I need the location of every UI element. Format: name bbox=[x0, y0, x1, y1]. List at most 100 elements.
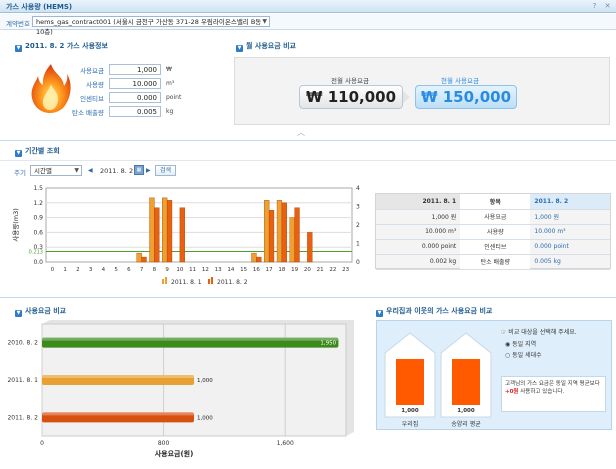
window-title: 가스 사용량 (HEMS) bbox=[6, 3, 73, 11]
x-tick-label: 800 bbox=[158, 440, 170, 447]
x-tick-label: 0 bbox=[51, 267, 55, 273]
legend-swatch bbox=[165, 277, 167, 284]
incentive-unit: point bbox=[166, 94, 182, 101]
x-tick-label: 17 bbox=[266, 267, 273, 273]
y-axis-label: 사용량(m3) bbox=[11, 208, 20, 241]
x-tick-label: 4 bbox=[102, 267, 106, 273]
bar-value-label: 1,950 bbox=[320, 341, 336, 347]
window-titlebar: 가스 사용량 (HEMS) ? ✕ bbox=[0, 0, 616, 13]
radio-same-region[interactable]: ◉ 동일 지역 bbox=[505, 339, 536, 348]
bar bbox=[179, 207, 185, 263]
neighbor-panel: 1,000 우리집 1,000 송양리 평균 ☞ 비교 대상을 선택해 주세요.… bbox=[376, 320, 612, 430]
bar-value-label: 1,000 bbox=[197, 415, 213, 421]
bar-highlight bbox=[42, 375, 194, 378]
legend-label: 2011. 8. 1 bbox=[171, 279, 202, 286]
chevron-down-icon: ▼ bbox=[74, 167, 79, 174]
x-tick-label: 5 bbox=[114, 267, 118, 273]
prev-date-icon[interactable]: ◀ bbox=[88, 167, 93, 174]
next-date-icon[interactable]: ▶ bbox=[146, 167, 151, 174]
fee-compare-chart: 0 800 1,600 2010. 8. 2 1,950 2011. 8. 1 1,000 2… bbox=[7, 320, 354, 458]
x-tick-label: 13 bbox=[215, 267, 222, 273]
bar bbox=[307, 232, 313, 263]
radio-label: 동일 세대수 bbox=[512, 352, 542, 359]
contract-row: 계약번호 hems_gas_contract001 (서울시 금천구 가산동 3… bbox=[0, 14, 616, 36]
legend-swatch bbox=[208, 279, 210, 284]
contract-select[interactable]: hems_gas_contract001 (서울시 금천구 가산동 371-28… bbox=[32, 16, 270, 36]
radio-same-household[interactable]: ○ 동일 세대수 bbox=[505, 350, 542, 359]
comparison-note: 고객님의 가스 요금은 동일 지역 평균보다 +0원 사용하고 있습니다. bbox=[501, 376, 606, 412]
y-tick-label: 0.9 bbox=[33, 215, 43, 222]
x-tick-label: 10 bbox=[176, 267, 183, 273]
prev-month-label: 전월 사용요금 bbox=[331, 77, 369, 85]
help-icon[interactable]: ? bbox=[590, 2, 599, 11]
period-select[interactable]: 시간별 ▼ bbox=[30, 165, 82, 176]
incentive-value: 0.000 bbox=[109, 92, 161, 103]
carbon-label: 탄소 배출량 bbox=[72, 108, 104, 117]
x-tick-label: 12 bbox=[202, 267, 209, 273]
incentive-label: 인센티브 bbox=[80, 94, 104, 103]
table-cell: 0.000 point bbox=[376, 239, 461, 255]
my-house-label: 우리집 bbox=[401, 421, 419, 428]
section-bullet-icon: ▼ bbox=[376, 310, 383, 317]
y2-tick-label: 0 bbox=[356, 259, 360, 266]
category-label: 2011. 8. 1 bbox=[7, 377, 38, 384]
field-row-incentive: 인센티브 0.000 point bbox=[58, 92, 181, 103]
x-tick-label: 1,600 bbox=[277, 440, 294, 447]
field-row-carbon: 탄소 배출량 0.005 kg bbox=[58, 106, 173, 117]
contract-select-value: hems_gas_contract001 (서울시 금천구 가산동 371-28… bbox=[36, 18, 262, 36]
legend-swatch bbox=[162, 279, 164, 284]
section-bullet-icon: ▼ bbox=[15, 45, 22, 52]
close-icon[interactable]: ✕ bbox=[603, 2, 612, 11]
bar bbox=[251, 252, 257, 263]
neighbor-heading: ▼ 우리집과 이웃의 가스 사용요금 비교 bbox=[376, 307, 493, 317]
fee-unit: ₩ bbox=[166, 66, 172, 73]
divider bbox=[0, 140, 616, 141]
table-row: 0.000 point 인센티브 0.000 point bbox=[376, 239, 610, 255]
category-label: 2010. 8. 2 bbox=[7, 340, 38, 347]
legend-label: 2011. 8. 2 bbox=[217, 279, 248, 286]
calendar-icon[interactable]: ▦ bbox=[134, 165, 144, 175]
contract-label: 계약번호 bbox=[6, 20, 30, 28]
table-cell: 사용량 bbox=[460, 224, 531, 240]
bar bbox=[294, 207, 300, 263]
x-tick-label: 16 bbox=[253, 267, 260, 273]
house-icon bbox=[440, 332, 492, 418]
table-row: 1,000 원 사용요금 1,000 원 bbox=[376, 209, 610, 225]
section-bullet-icon: ▼ bbox=[15, 310, 22, 317]
x-tick-label: 15 bbox=[240, 267, 247, 273]
bar bbox=[166, 200, 173, 263]
bar-highlight bbox=[42, 337, 339, 341]
usage-unit: m³ bbox=[166, 80, 175, 87]
prev-month-value: ₩ 110,000 bbox=[299, 85, 403, 109]
bar bbox=[256, 256, 262, 263]
col-prev-date: 2011. 8. 1 bbox=[376, 194, 461, 210]
usage-info-heading: ▼ 2011. 8. 2 가스 사용정보 bbox=[15, 42, 108, 52]
x-tick-label: 20 bbox=[304, 267, 311, 273]
x-tick-label: 18 bbox=[278, 267, 285, 273]
plot-area bbox=[45, 187, 353, 263]
table-cell: 1,000 원 bbox=[530, 209, 610, 225]
search-button[interactable]: 검색 bbox=[155, 165, 177, 176]
curr-month-label: 현월 사용요금 bbox=[441, 77, 479, 85]
usage-label: 사용량 bbox=[86, 80, 104, 89]
x-tick-label: 19 bbox=[291, 267, 298, 273]
divider bbox=[0, 297, 616, 298]
legend-swatch bbox=[211, 277, 213, 284]
fee-value: 1,000 bbox=[109, 64, 161, 75]
carbon-unit: kg bbox=[166, 108, 174, 115]
house-icon bbox=[384, 332, 436, 418]
y-tick-label: 0.0 bbox=[33, 259, 43, 266]
x-tick-label: 8 bbox=[153, 267, 157, 273]
monthly-panel: 전월 사용요금 현월 사용요금 ₩ 110,000 ₩ 150,000 bbox=[234, 57, 610, 125]
y2-tick-label: 4 bbox=[356, 185, 360, 192]
usage-value: 10.000 bbox=[109, 78, 161, 89]
x-axis-label: 사용요금(원) bbox=[155, 449, 194, 458]
x-tick-label: 3 bbox=[89, 267, 93, 273]
y-tick-label: 0.6 bbox=[33, 229, 43, 236]
collapse-icon[interactable]: ︿ bbox=[297, 127, 305, 138]
neighbor-value: 1,000 bbox=[457, 408, 475, 414]
bar bbox=[162, 197, 168, 263]
section-bullet-icon: ▼ bbox=[236, 45, 243, 52]
x-tick-label: 23 bbox=[342, 267, 349, 273]
x-tick-label: 0 bbox=[40, 440, 44, 447]
